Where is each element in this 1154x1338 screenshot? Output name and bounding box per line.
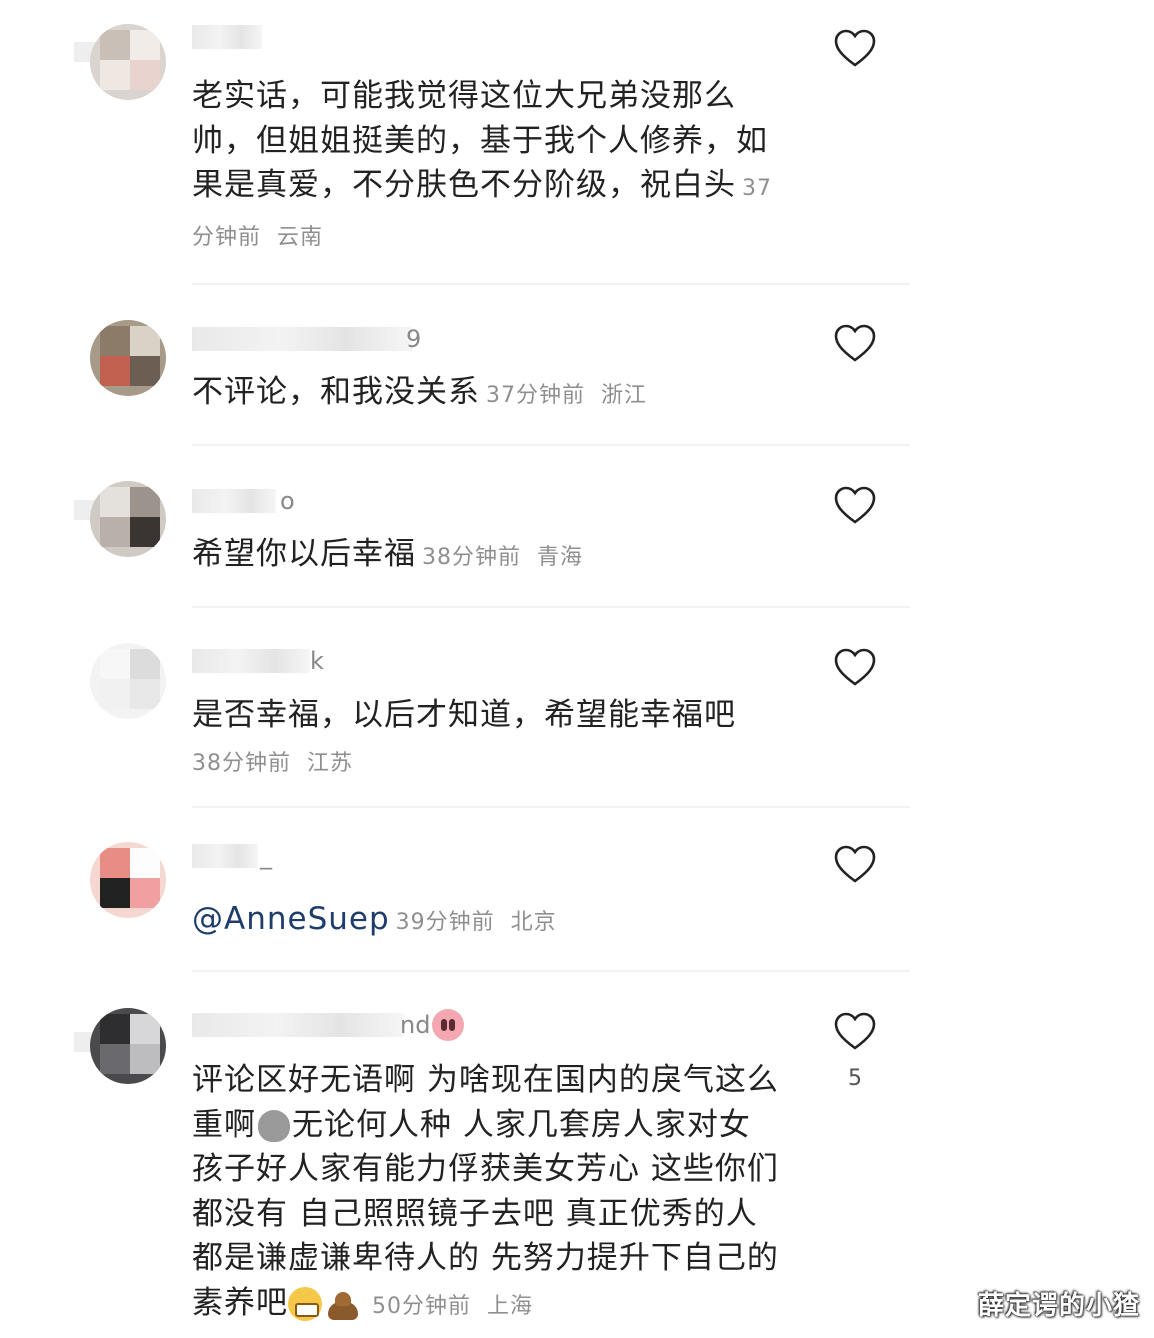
comment-location: 青海 — [537, 545, 584, 570]
comment-location: 云南 — [277, 224, 324, 250]
comment-location: 浙江 — [601, 383, 648, 408]
comment-text: 不评论，和我没关系 37分钟前 浙江 — [192, 370, 792, 419]
comment-location: 上海 — [487, 1293, 534, 1319]
comment-text: 评论区好无语啊 为啥现在国内的戾气这么重啊 无论何人种 人家几套房人家对女孩子好人… — [192, 1058, 782, 1329]
comment-time: 37分钟前 — [486, 383, 585, 408]
username[interactable] — [192, 24, 262, 50]
grinning-emoji — [288, 1287, 322, 1321]
comment-time: 38分钟前 — [422, 545, 521, 570]
avatar[interactable] — [90, 481, 166, 557]
avatar[interactable] — [90, 320, 166, 396]
username[interactable]: o — [192, 487, 295, 515]
comment-body: 老实话，可能我觉得这位大兄弟没那么帅，但姐姐挺美的，基于我个人修养，如果是真爱，… — [192, 78, 768, 203]
username[interactable]: _ — [192, 842, 272, 870]
heart-icon[interactable] — [833, 28, 877, 68]
comment-body: 希望你以后幸福 — [192, 536, 416, 572]
heart-icon[interactable] — [833, 485, 877, 525]
avatar[interactable] — [90, 842, 166, 918]
divider — [192, 606, 910, 608]
heart-icon[interactable] — [833, 844, 877, 884]
divider — [192, 444, 910, 446]
comment-time: 50分钟前 — [372, 1293, 471, 1319]
username-tail: k — [310, 647, 324, 675]
divider — [192, 806, 910, 808]
comment-text: @AnneSuep 39分钟前 北京 — [192, 897, 792, 946]
avatar[interactable] — [90, 1008, 166, 1084]
mention-link[interactable]: @AnneSuep — [192, 901, 390, 937]
comment-time: 39分钟前 — [395, 910, 495, 935]
username-tail: o — [280, 487, 295, 515]
avatar[interactable] — [90, 24, 166, 100]
comment-location: 江苏 — [307, 750, 354, 776]
pig-emoji — [432, 1009, 465, 1041]
username-tail: 9 — [406, 325, 422, 353]
comment-time: 38分钟前 — [192, 750, 291, 776]
avatar[interactable] — [90, 643, 166, 719]
heart-icon[interactable] — [833, 647, 877, 687]
divider — [192, 970, 910, 972]
poo-emoji — [326, 1288, 360, 1320]
username[interactable]: 9 — [192, 325, 422, 353]
comment-body: 是否幸福，以后才知道，希望能幸福吧 — [192, 697, 736, 733]
comment-text: 希望你以后幸福 38分钟前 青海 — [192, 532, 792, 581]
like-count: 5 — [848, 1066, 862, 1091]
username[interactable]: k — [192, 647, 324, 675]
heart-icon[interactable] — [833, 323, 877, 363]
comment-body: 不评论，和我没关系 — [192, 374, 480, 410]
divider — [192, 283, 910, 285]
gray-face-emoji — [258, 1110, 290, 1142]
comment-text: 老实话，可能我觉得这位大兄弟没那么帅，但姐姐挺美的，基于我个人修养，如果是真爱，… — [192, 74, 792, 260]
watermark: 薛定谔的小猹 — [977, 1291, 1140, 1321]
heart-icon[interactable] — [833, 1011, 877, 1051]
username[interactable]: nd — [192, 1009, 465, 1041]
comment-location: 北京 — [510, 910, 557, 935]
username-tail: nd — [400, 1011, 431, 1039]
username-tail: _ — [260, 842, 272, 870]
comment-text: 是否幸福，以后才知道，希望能幸福吧 38分钟前 江苏 — [192, 693, 792, 786]
